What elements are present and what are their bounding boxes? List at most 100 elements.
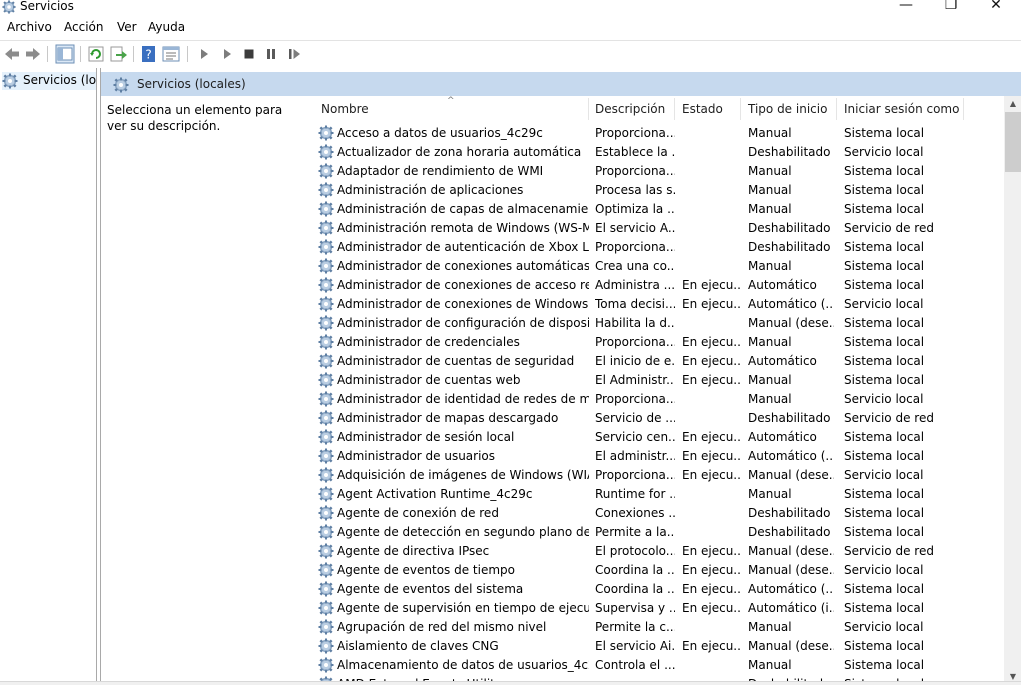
service-startup-type: Deshabilitado (748, 525, 831, 539)
column-header-logon[interactable]: Iniciar sesión como (838, 96, 963, 122)
back-icon[interactable] (2, 44, 22, 64)
service-startup-type: Deshabilitado (748, 506, 831, 520)
menu-bar: Archivo Acción Ver Ayuda (0, 18, 1021, 40)
scroll-thumb[interactable] (1005, 112, 1021, 172)
service-description: Establece la ... (595, 145, 675, 159)
service-name: Administrador de configuración de dispos… (337, 316, 589, 330)
service-name: Administrador de cuentas web (337, 373, 521, 387)
service-logon-as: Servicio local (844, 620, 924, 634)
menu-ayuda[interactable]: Ayuda (148, 20, 185, 34)
service-state: En ejecu... (682, 544, 742, 558)
start-service-icon[interactable] (194, 44, 214, 64)
column-divider[interactable] (674, 98, 675, 120)
table-row[interactable]: Administración remota de Windows (WS-Ma.… (307, 219, 1004, 238)
table-row[interactable]: Adaptador de rendimiento de WMI Proporcio… (307, 162, 1004, 181)
column-divider[interactable] (963, 98, 964, 120)
toolbar-separator (47, 46, 48, 62)
refresh-icon[interactable] (86, 44, 106, 64)
service-logon-as: Sistema local (844, 335, 925, 349)
service-startup-type: Manual (dese... (748, 563, 834, 577)
service-logon-as: Sistema local (844, 601, 925, 615)
vertical-scrollbar[interactable]: ▲ ▼ (1004, 96, 1021, 685)
service-startup-type: Manual (dese... (748, 544, 834, 558)
export-list-icon[interactable] (108, 44, 128, 64)
service-startup-type: Deshabilitado (748, 411, 831, 425)
table-row[interactable]: Acceso a datos de usuarios_4c29c Proporci… (307, 124, 1004, 143)
service-description: Optimiza la ... (595, 202, 675, 216)
table-row[interactable]: Administrador de usuarios El administr...… (307, 447, 1004, 466)
table-row[interactable]: Agente de eventos de tiempo Coordina la .… (307, 561, 1004, 580)
table-row[interactable]: Administrador de conexiones de acceso re… (307, 276, 1004, 295)
tree-item-services-local[interactable]: Servicios (locales) (2, 72, 97, 90)
column-divider[interactable] (836, 98, 837, 120)
table-row[interactable]: Administrador de cuentas de seguridad El … (307, 352, 1004, 371)
service-description: Crea una co... (595, 259, 675, 273)
restart-service-icon[interactable] (284, 44, 304, 64)
scroll-up-button[interactable]: ▲ (1004, 96, 1021, 112)
service-startup-type: Manual (748, 126, 792, 140)
service-gear-icon (318, 182, 334, 198)
service-description: Servicio cen... (595, 430, 675, 444)
table-row[interactable]: Administrador de cuentas web El Administr… (307, 371, 1004, 390)
column-header-startup[interactable]: Tipo de inicio (742, 96, 837, 122)
table-row[interactable]: Administración de aplicaciones Procesa la… (307, 181, 1004, 200)
service-startup-type: Automático (748, 354, 817, 368)
table-row[interactable]: Administrador de configuración de dispos… (307, 314, 1004, 333)
table-row[interactable]: Administrador de sesión local Servicio ce… (307, 428, 1004, 447)
properties-icon[interactable] (161, 44, 181, 64)
service-startup-type: Manual (748, 335, 792, 349)
service-logon-as: Sistema local (844, 202, 925, 216)
service-gear-icon (318, 600, 334, 616)
start-service-alt-icon[interactable] (217, 44, 237, 64)
table-row[interactable]: Administración de capas de almacenamient… (307, 200, 1004, 219)
table-row[interactable]: Agente de detección en segundo plano de … (307, 523, 1004, 542)
close-button[interactable]: ✕ (973, 0, 1019, 14)
table-row[interactable]: Agente de conexión de red Conexiones ... D… (307, 504, 1004, 523)
show-hide-tree-icon[interactable] (55, 44, 75, 64)
tree-item-label: Servicios (locales) (23, 73, 97, 87)
column-header-description[interactable]: Descripción (589, 96, 675, 122)
table-row[interactable]: Agente de directiva IPsec El protocolo...… (307, 542, 1004, 561)
table-row[interactable]: Administrador de conexiones de Windows To… (307, 295, 1004, 314)
service-logon-as: Servicio local (844, 297, 924, 311)
menu-archivo[interactable]: Archivo (7, 20, 52, 34)
table-row[interactable]: Agente de eventos del sistema Coordina la… (307, 580, 1004, 599)
service-description: El administr... (595, 449, 675, 463)
menu-accion[interactable]: Acción (64, 20, 103, 34)
column-divider[interactable] (740, 98, 741, 120)
table-row[interactable]: Agent Activation Runtime_4c29c Runtime fo… (307, 485, 1004, 504)
service-gear-icon (318, 296, 334, 312)
service-state: En ejecu... (682, 582, 742, 596)
service-description: Servicio de ... (595, 411, 675, 425)
maximize-button[interactable]: ❐ (928, 0, 974, 14)
table-row[interactable]: Administrador de identidad de redes de m… (307, 390, 1004, 409)
minimize-button[interactable]: — (883, 0, 929, 14)
help-icon[interactable]: ? (139, 44, 159, 64)
column-header-name[interactable]: Nombre (315, 96, 585, 122)
table-row[interactable]: Administrador de mapas descargado Servici… (307, 409, 1004, 428)
table-row[interactable]: Administrador de credenciales Proporciona… (307, 333, 1004, 352)
service-startup-type: Manual (748, 620, 792, 634)
table-row[interactable]: Adquisición de imágenes de Windows (WIA)… (307, 466, 1004, 485)
table-row[interactable]: Administrador de conexiones automáticas … (307, 257, 1004, 276)
table-row[interactable]: Aislamiento de claves CNG El servicio Ai.… (307, 637, 1004, 656)
service-name: Aislamiento de claves CNG (337, 639, 499, 653)
stop-service-icon[interactable] (239, 44, 259, 64)
column-header-state[interactable]: Estado (676, 96, 740, 122)
table-row[interactable]: Agrupación de red del mismo nivel Permite… (307, 618, 1004, 637)
service-name: Agente de directiva IPsec (337, 544, 490, 558)
service-logon-as: Sistema local (844, 487, 925, 501)
pause-service-icon[interactable] (261, 44, 281, 64)
service-state: En ejecu... (682, 563, 742, 577)
table-row[interactable]: Almacenamiento de datos de usuarios_4c29… (307, 656, 1004, 675)
forward-icon[interactable] (23, 44, 43, 64)
service-name: Adquisición de imágenes de Windows (WIA) (337, 468, 589, 482)
service-gear-icon (318, 486, 334, 502)
table-row[interactable]: Agente de supervisión en tiempo de ejecu… (307, 599, 1004, 618)
table-row[interactable]: Administrador de autenticación de Xbox L… (307, 238, 1004, 257)
service-logon-as: Servicio local (844, 468, 924, 482)
table-row[interactable]: Actualizador de zona horaria automática E… (307, 143, 1004, 162)
service-startup-type: Automático (... (748, 449, 834, 463)
menu-ver[interactable]: Ver (117, 20, 137, 34)
service-logon-as: Servicio local (844, 145, 924, 159)
